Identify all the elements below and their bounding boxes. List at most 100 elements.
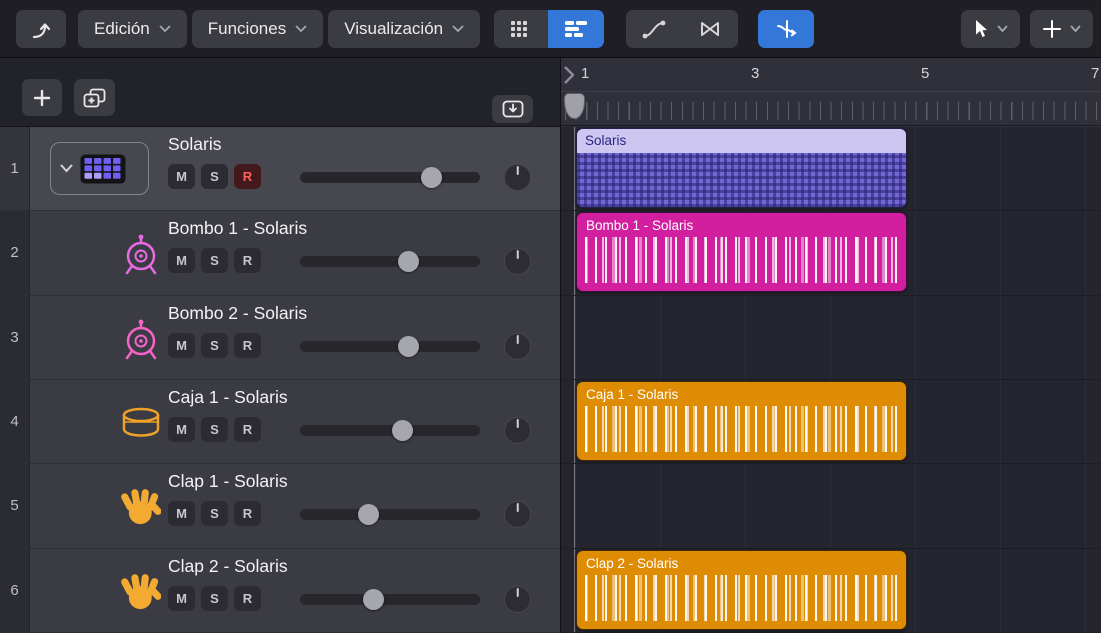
track-header: Caja 1 - Solaris M S R [30,380,560,463]
track-controls: M S R [168,164,267,189]
mute-button[interactable]: M [168,332,195,358]
mute-button[interactable]: M [168,585,195,611]
slider-groove [300,509,480,521]
volume-slider[interactable] [300,335,480,357]
track-row[interactable]: 3 Bombo 2 - Solaris M S R [0,295,560,380]
midi-region[interactable]: Solaris [576,128,907,208]
mute-button[interactable]: M [168,248,195,274]
mute-button[interactable]: M [168,416,195,442]
toolbar: Edición Funciones Visualización [0,0,1101,58]
arrange-lane[interactable]: Bombo 1 - Solaris [561,211,1101,296]
track-name[interactable]: Solaris [168,134,222,155]
mute-button[interactable]: M [168,164,195,189]
arrange-lane[interactable] [561,296,1101,380]
menu-visualización[interactable]: Visualización [328,9,481,48]
track-name[interactable]: Clap 1 - Solaris [168,471,288,492]
arrange-lane[interactable]: Solaris [561,127,1101,212]
arrange-lane[interactable]: Clap 2 - Solaris [561,549,1101,633]
view-toggle-group [494,9,605,48]
crosshair-tool-button[interactable] [1030,9,1093,48]
pan-knob[interactable] [504,164,531,191]
volume-slider[interactable] [300,504,480,526]
midi-region[interactable]: Clap 2 - Solaris [576,549,907,630]
volume-slider[interactable] [300,167,480,188]
track-row[interactable]: 4 Caja 1 - Solaris M S R [0,379,560,465]
pan-knob[interactable] [504,332,531,360]
track-number: 2 [0,211,30,295]
volume-slider-thumb[interactable] [392,419,414,441]
marquee-button[interactable] [682,9,739,48]
volume-slider-thumb[interactable] [397,251,419,273]
volume-slider-thumb[interactable] [397,335,419,357]
toolbar-menus: Edición Funciones Visualización [78,9,481,48]
volume-slider[interactable] [300,419,480,441]
menu-label: Edición [94,18,150,38]
automation-button[interactable] [626,9,683,48]
track-list: 1 Solaris M S R 2 Bombo 1 - Solaris M S … [0,127,560,633]
pan-knob[interactable] [504,585,531,613]
record-arm-button[interactable]: R [234,585,261,611]
record-arm-button[interactable]: R [234,416,261,442]
record-arm-button[interactable]: R [234,248,261,274]
pan-knob[interactable] [504,416,531,444]
track-row[interactable]: 6 Clap 2 - Solaris M S R [0,548,560,633]
track-row[interactable]: 2 Bombo 1 - Solaris M S R [0,211,560,296]
arrange-lane[interactable]: Caja 1 - Solaris [561,380,1101,465]
track-number: 1 [0,127,30,211]
menu-label: Funciones [207,18,287,38]
track-header: Clap 2 - Solaris M S R [30,549,560,632]
track-controls: M S R [168,332,267,358]
back-button[interactable] [16,9,66,48]
mute-button[interactable]: M [168,501,195,527]
track-controls: M S R [168,585,267,611]
slider-groove [300,424,480,436]
tracks-view-button[interactable] [548,9,605,48]
pan-knob[interactable] [504,501,531,529]
track-controls: M S R [168,416,267,442]
duplicate-track-button[interactable] [74,79,115,116]
add-track-button[interactable] [22,79,62,116]
track-number: 5 [0,464,30,548]
volume-slider-thumb[interactable] [363,588,385,610]
pointer-tool-button[interactable] [961,9,1020,48]
tool-selectors [961,9,1093,48]
record-arm-button[interactable]: R [234,332,261,358]
kick-drum-icon [118,231,164,277]
track-header: Bombo 1 - Solaris M S R [30,211,560,294]
pan-knob[interactable] [504,248,531,276]
track-disclosure[interactable] [50,142,149,195]
arrange-lane[interactable] [561,464,1101,549]
volume-slider[interactable] [300,251,480,273]
solo-button[interactable]: S [201,332,228,358]
timeline-ruler[interactable]: 1 3 5 7 [561,58,1101,127]
region-label: Caja 1 - Solaris [586,386,679,402]
track-name[interactable]: Clap 2 - Solaris [168,556,288,577]
arrange-lanes: Solaris Bombo 1 - Solaris Caja 1 - Solar… [561,127,1101,633]
track-row[interactable]: 5 Clap 1 - Solaris M S R [0,464,560,549]
midi-region[interactable]: Caja 1 - Solaris [576,380,907,461]
solo-button[interactable]: S [201,585,228,611]
solo-button[interactable]: S [201,501,228,527]
record-arm-button[interactable]: R [234,501,261,527]
midi-region[interactable]: Bombo 1 - Solaris [576,212,907,293]
solo-button[interactable]: S [201,248,228,274]
menu-edición[interactable]: Edición [78,9,187,48]
daw-window: Edición Funciones Visualización 1 Solari… [0,0,1101,633]
record-arm-button[interactable]: R [234,164,261,189]
volume-slider[interactable] [300,588,480,610]
grid-view-button[interactable] [494,9,549,48]
catch-playhead-button[interactable] [758,9,815,48]
volume-slider-thumb[interactable] [420,167,442,188]
menu-funciones[interactable]: Funciones [191,9,324,48]
track-name[interactable]: Caja 1 - Solaris [168,387,288,408]
slider-groove [300,593,480,605]
solo-button[interactable]: S [201,164,228,189]
volume-slider-thumb[interactable] [357,504,379,526]
panel-toggle-button[interactable] [492,95,533,123]
track-name[interactable]: Bombo 2 - Solaris [168,303,307,324]
solo-button[interactable]: S [201,416,228,442]
track-row[interactable]: 1 Solaris M S R [0,127,560,212]
slider-groove [300,340,480,352]
track-name[interactable]: Bombo 1 - Solaris [168,218,307,239]
track-controls: M S R [168,248,267,274]
